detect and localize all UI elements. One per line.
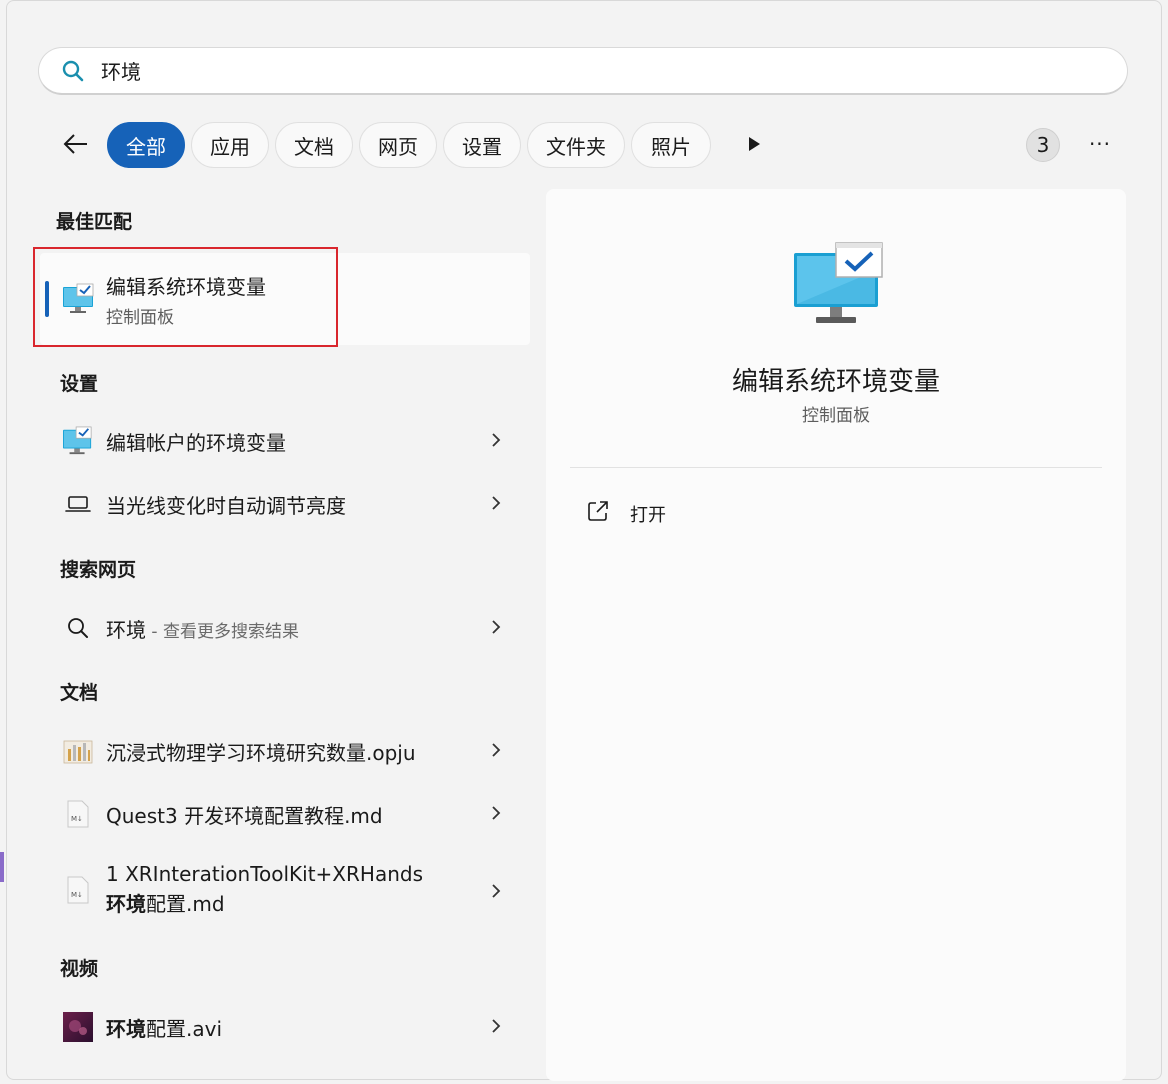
open-external-icon	[588, 501, 608, 521]
search-icon	[59, 57, 87, 85]
chevron-right-icon	[492, 806, 501, 820]
tab-settings[interactable]: 设置	[443, 122, 521, 168]
detail-title: 编辑系统环境变量	[731, 367, 940, 397]
settings-item-brightness[interactable]: 当光线变化时自动调节亮度	[40, 475, 530, 531]
section-videos: 视频	[60, 958, 99, 980]
background-edge	[0, 852, 4, 882]
arrow-left-icon	[63, 134, 87, 154]
section-web: 搜索网页	[60, 559, 137, 581]
filter-bar: 全部 应用 文档 网页 设置 文件夹 照片 3 ···	[50, 120, 1130, 170]
divider	[570, 467, 1102, 468]
document-label: Quest3 开发环境配置教程.md	[106, 804, 383, 828]
origin-project-icon	[62, 736, 94, 766]
more-options-button[interactable]: ···	[1086, 132, 1114, 156]
chevron-right-icon	[492, 496, 501, 510]
monitor-check-icon	[62, 426, 94, 456]
document-item[interactable]: 沉浸式物理学习环境研究数量.opju	[40, 722, 530, 778]
tab-folders[interactable]: 文件夹	[527, 122, 625, 168]
document-label-match: 环境	[106, 892, 146, 916]
tab-documents[interactable]: 文档	[275, 122, 353, 168]
tab-web[interactable]: 网页	[359, 122, 437, 168]
document-label: 1 XRInterationToolKit+XRHands 环境配置.md	[106, 859, 423, 919]
settings-item-label: 当光线变化时自动调节亮度	[106, 494, 346, 518]
chevron-right-icon	[492, 433, 501, 447]
settings-item-label: 编辑帐户的环境变量	[106, 431, 286, 455]
video-label-match: 环境	[106, 1017, 146, 1041]
section-best-match: 最佳匹配	[56, 211, 133, 233]
search-icon	[62, 613, 94, 643]
detail-subtitle: 控制面板	[802, 406, 870, 426]
result-count-badge: 3	[1026, 128, 1060, 162]
chevron-right-icon	[492, 1019, 501, 1033]
document-item[interactable]: M↓ Quest3 开发环境配置教程.md	[40, 785, 530, 841]
video-item[interactable]: 环境配置.avi	[40, 998, 530, 1054]
svg-text:M↓: M↓	[71, 815, 83, 823]
section-documents: 文档	[60, 682, 99, 704]
tab-all[interactable]: 全部	[107, 122, 185, 168]
open-button[interactable]: 打开	[586, 495, 786, 527]
web-search-query: 环境	[106, 618, 146, 642]
open-label: 打开	[630, 505, 666, 526]
svg-text:M↓: M↓	[71, 891, 83, 899]
document-label-rest: 配置.md	[146, 892, 225, 916]
video-thumbnail-icon	[62, 1012, 94, 1042]
web-search-item[interactable]: 环境 - 查看更多搜索结果	[40, 599, 530, 655]
video-label-rest: 配置.avi	[146, 1017, 223, 1041]
markdown-file-icon: M↓	[62, 875, 94, 905]
search-bar[interactable]	[38, 47, 1128, 95]
settings-item-account-env[interactable]: 编辑帐户的环境变量	[40, 412, 530, 468]
section-settings: 设置	[60, 373, 99, 395]
markdown-file-icon: M↓	[62, 799, 94, 829]
play-more-icon[interactable]	[744, 134, 764, 154]
monitor-check-icon	[794, 242, 883, 323]
web-search-hint: - 查看更多搜索结果	[146, 622, 299, 642]
highlight-box	[33, 247, 338, 347]
search-input[interactable]	[101, 55, 1001, 86]
document-label-line1: 1 XRInterationToolKit+XRHands	[106, 862, 423, 886]
chevron-right-icon	[492, 884, 501, 898]
web-search-label: 环境 - 查看更多搜索结果	[106, 614, 299, 643]
video-label: 环境配置.avi	[106, 1013, 222, 1042]
tab-apps[interactable]: 应用	[191, 122, 269, 168]
chevron-right-icon	[492, 743, 501, 757]
tab-photos[interactable]: 照片	[631, 122, 711, 168]
back-button[interactable]	[58, 126, 94, 162]
chevron-right-icon	[492, 620, 501, 634]
detail-panel: 编辑系统环境变量 控制面板 打开	[546, 189, 1126, 1081]
laptop-icon	[62, 489, 94, 519]
document-label: 沉浸式物理学习环境研究数量.opju	[106, 741, 416, 765]
document-item[interactable]: M↓ 1 XRInterationToolKit+XRHands 环境配置.md	[40, 853, 530, 929]
